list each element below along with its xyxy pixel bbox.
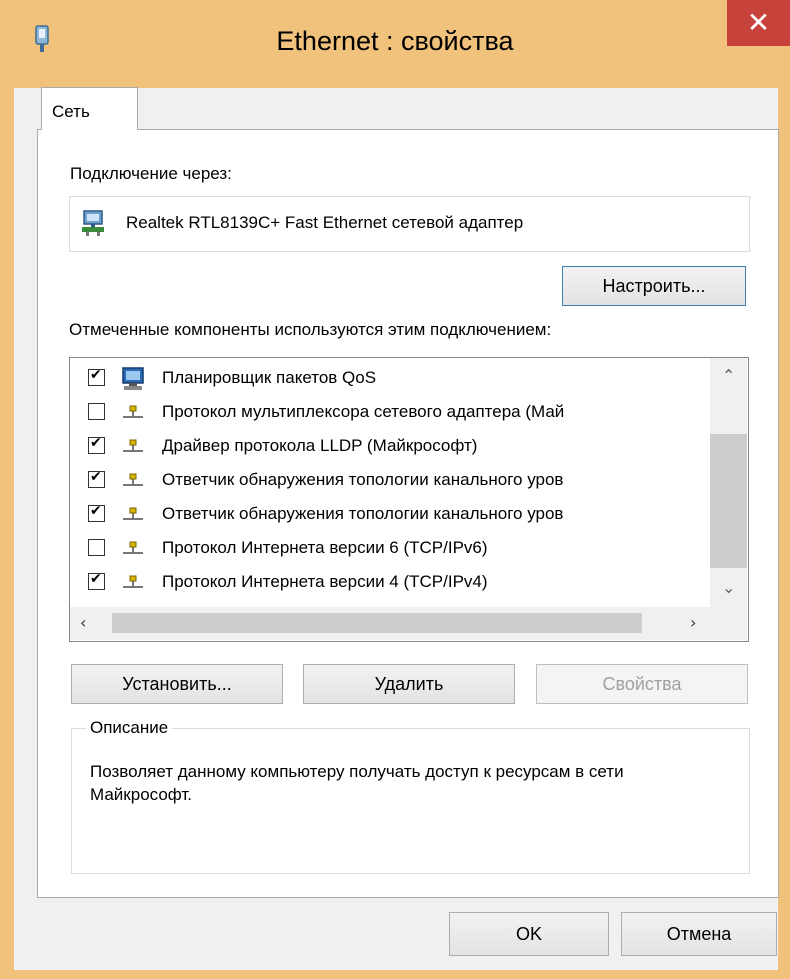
close-icon: ✕ bbox=[746, 6, 771, 39]
scroll-down-icon[interactable]: ⌄ bbox=[722, 578, 735, 597]
check-mark-icon: ✔ bbox=[90, 367, 102, 383]
scroll-up-icon[interactable]: ⌃ bbox=[722, 366, 735, 385]
list-item[interactable]: ✔ Ответчик обнаружения топологии канальн… bbox=[70, 497, 710, 531]
protocol-icon bbox=[123, 473, 143, 486]
tab-network-label: Сеть bbox=[52, 102, 90, 121]
check-mark-icon: ✔ bbox=[90, 571, 102, 587]
components-label: Отмеченные компоненты используются этим … bbox=[69, 320, 552, 339]
list-item[interactable]: ✔ Планировщик пакетов QoS bbox=[70, 361, 710, 395]
tab-network[interactable]: Сеть bbox=[41, 87, 138, 130]
component-checkbox[interactable]: ✔ bbox=[88, 469, 105, 488]
protocol-icon bbox=[123, 405, 143, 418]
protocol-icon bbox=[123, 575, 143, 588]
properties-button[interactable]: Свойства bbox=[536, 664, 748, 704]
vertical-scrollbar[interactable]: ⌃ ⌄ bbox=[710, 358, 747, 607]
protocol-icon bbox=[123, 541, 143, 554]
window-title: Ethernet : свойства bbox=[276, 26, 514, 56]
list-item[interactable]: Протокол мультиплексора сетевого адаптер… bbox=[70, 395, 710, 429]
close-button[interactable]: ✕ bbox=[727, 0, 790, 46]
component-label: Протокол мультиплексора сетевого адаптер… bbox=[162, 402, 565, 421]
component-checkbox[interactable]: ✔ bbox=[88, 571, 105, 590]
description-title: Описание bbox=[86, 718, 173, 738]
component-checkbox[interactable] bbox=[88, 403, 105, 420]
scroll-right-icon[interactable]: › bbox=[690, 613, 696, 632]
scroll-left-icon[interactable]: ‹ bbox=[80, 613, 86, 632]
list-item[interactable]: ✔ Драйвер протокола LLDP (Майкрософт) bbox=[70, 429, 710, 463]
components-list[interactable]: ✔ Планировщик пакетов QoS Протокол мульт… bbox=[69, 357, 749, 642]
list-item[interactable]: Протокол Интернета версии 6 (TCP/IPv6) bbox=[70, 531, 710, 565]
check-mark-icon: ✔ bbox=[90, 503, 102, 519]
adapter-field: Realtek RTL8139C+ Fast Ethernet сетевой … bbox=[69, 196, 750, 252]
network-adapter-icon bbox=[82, 210, 104, 236]
ok-button[interactable]: OK bbox=[449, 912, 609, 956]
protocol-icon bbox=[123, 439, 143, 452]
protocol-icon bbox=[123, 507, 143, 520]
component-label: Протокол Интернета версии 4 (TCP/IPv4) bbox=[162, 572, 488, 591]
check-mark-icon: ✔ bbox=[90, 469, 102, 485]
component-label: Ответчик обнаружения топологии канальног… bbox=[162, 470, 564, 489]
horizontal-scroll-thumb[interactable] bbox=[112, 613, 642, 633]
component-checkbox[interactable] bbox=[88, 539, 105, 556]
list-item[interactable]: ✔ Протокол Интернета версии 4 (TCP/IPv4) bbox=[70, 565, 710, 599]
vertical-scroll-thumb[interactable] bbox=[710, 434, 747, 568]
qos-scheduler-icon bbox=[122, 367, 144, 390]
component-checkbox[interactable]: ✔ bbox=[88, 503, 105, 522]
horizontal-scrollbar[interactable]: ‹ › bbox=[70, 607, 747, 640]
list-item[interactable]: ✔ Ответчик обнаружения топологии канальн… bbox=[70, 463, 710, 497]
component-label: Планировщик пакетов QoS bbox=[162, 368, 377, 387]
check-mark-icon: ✔ bbox=[90, 435, 102, 451]
connect-via-label: Подключение через: bbox=[70, 164, 232, 183]
adapter-name: Realtek RTL8139C+ Fast Ethernet сетевой … bbox=[126, 213, 524, 232]
install-button[interactable]: Установить... bbox=[71, 664, 283, 704]
component-label: Ответчик обнаружения топологии канальног… bbox=[162, 504, 564, 523]
component-label: Драйвер протокола LLDP (Майкрософт) bbox=[162, 436, 478, 455]
title-bar[interactable]: Ethernet : свойства ✕ bbox=[0, 0, 790, 88]
component-label: Протокол Интернета версии 6 (TCP/IPv6) bbox=[162, 538, 488, 557]
configure-button[interactable]: Настроить... bbox=[562, 266, 746, 306]
description-text: Позволяет данному компьютеру получать до… bbox=[90, 762, 624, 804]
remove-button[interactable]: Удалить bbox=[303, 664, 515, 704]
component-checkbox[interactable]: ✔ bbox=[88, 367, 105, 386]
cancel-button[interactable]: Отмена bbox=[621, 912, 777, 956]
component-checkbox[interactable]: ✔ bbox=[88, 435, 105, 454]
properties-window: Ethernet : свойства ✕ Сеть Подключение ч… bbox=[0, 0, 790, 979]
